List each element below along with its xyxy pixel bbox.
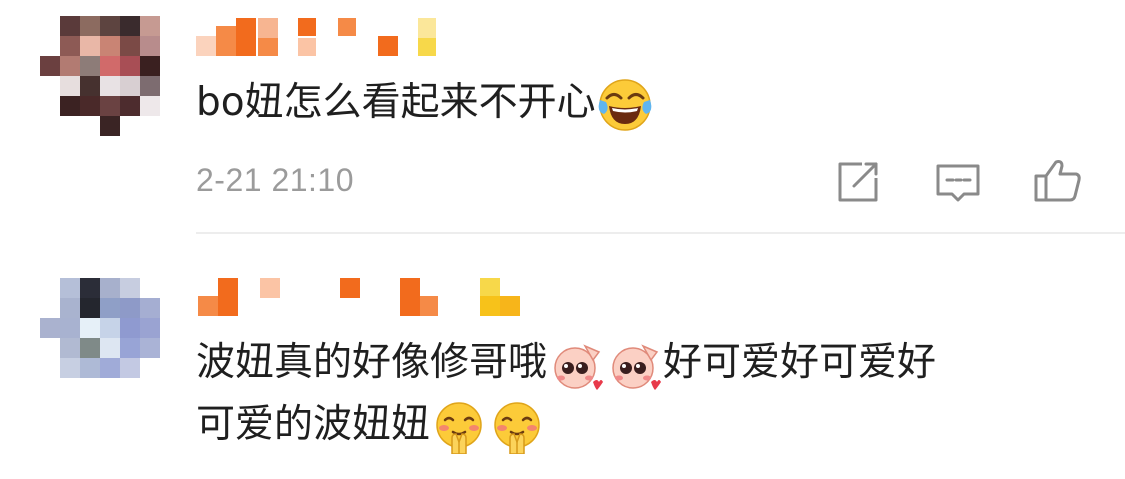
- comment-icon: [936, 164, 980, 202]
- comment-text-line1: 波妞真的好像修哥哦: [196, 340, 548, 385]
- cute-face-sticker-icon: [607, 338, 662, 392]
- like-icon: [1034, 160, 1081, 202]
- comment-text-content: bo妞怎么看起来不开心: [196, 80, 596, 125]
- comment-button[interactable]: [932, 156, 984, 208]
- face-with-tears-of-joy-icon: [598, 78, 652, 132]
- like-button[interactable]: [1032, 154, 1084, 206]
- comment-item: bo妞怎么看起来不开心 2-21 21:10: [0, 0, 1125, 234]
- comment-text-line2: 可爱的波妞妞: [196, 402, 431, 447]
- comment-text: 波妞真的好像修哥哦 好可爱好可爱好 可爱的波妞妞: [196, 332, 936, 456]
- share-icon: [838, 162, 878, 202]
- comment-text: bo妞怎么看起来不开心: [196, 72, 654, 134]
- comment-item: 波妞真的好像修哥哦 好可爱好可爱好 可爱的波妞妞: [0, 234, 1125, 479]
- cute-face-sticker-icon: [549, 338, 604, 392]
- username[interactable]: [196, 278, 520, 318]
- share-button[interactable]: [832, 156, 884, 208]
- avatar[interactable]: [40, 16, 160, 136]
- blushing-praying-face-icon: [490, 400, 544, 455]
- username[interactable]: [196, 18, 456, 58]
- avatar[interactable]: [40, 278, 160, 398]
- blushing-praying-face-icon: [432, 400, 486, 455]
- comment-text-line1-tail: 好可爱好可爱好: [663, 340, 937, 385]
- timestamp: 2-21 21:10: [196, 162, 355, 198]
